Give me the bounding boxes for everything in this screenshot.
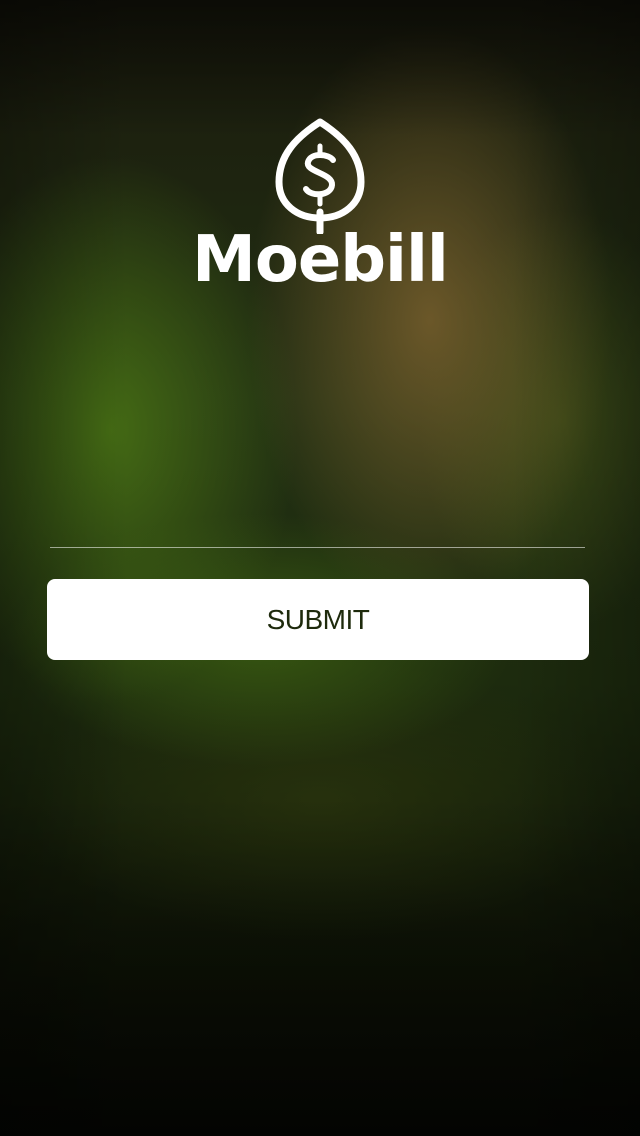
app-logo: Moebill <box>0 118 640 292</box>
submit-button[interactable]: SUBMIT <box>47 579 589 660</box>
text-input[interactable] <box>50 500 585 548</box>
leaf-dollar-icon <box>275 118 365 234</box>
app-name: Moebill <box>192 223 449 297</box>
